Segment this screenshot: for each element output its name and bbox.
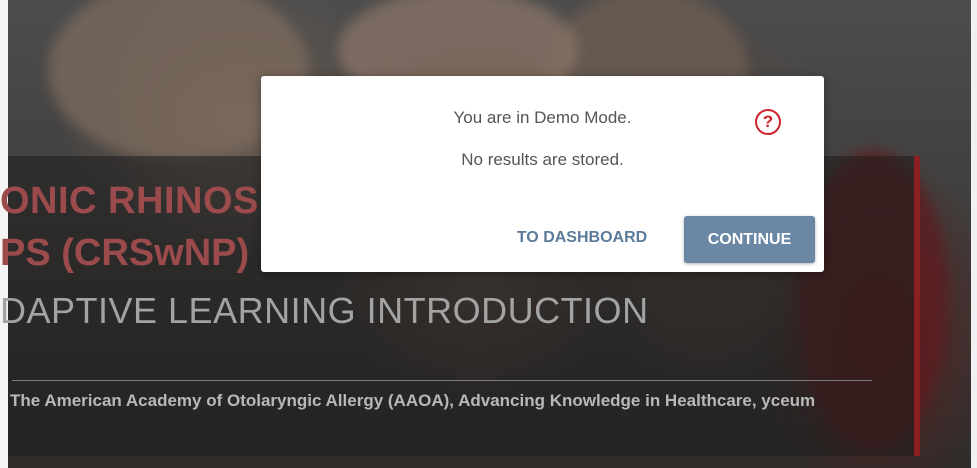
course-subtitle: DAPTIVE LEARNING INTRODUCTION — [0, 290, 649, 331]
no-results-message: No results are stored. — [461, 150, 624, 169]
help-icon[interactable]: ? — [755, 109, 781, 135]
course-title-line1: ONIC RHINOS — [0, 180, 259, 222]
demo-mode-message: You are in Demo Mode. — [453, 108, 632, 127]
divider — [12, 380, 872, 381]
continue-button[interactable]: CONTINUE — [684, 216, 815, 263]
to-dashboard-button[interactable]: TO DASHBOARD — [507, 220, 657, 256]
demo-mode-dialog: You are in Demo Mode. No results are sto… — [261, 76, 824, 272]
course-title-line2: PS (CRSwNP) — [0, 232, 250, 274]
course-credits: The American Academy of Otolaryngic Alle… — [10, 391, 816, 410]
page: ONIC RHINOS PS (CRSwNP) DAPTIVE LEARNING… — [0, 0, 977, 468]
right-edge — [971, 0, 977, 468]
